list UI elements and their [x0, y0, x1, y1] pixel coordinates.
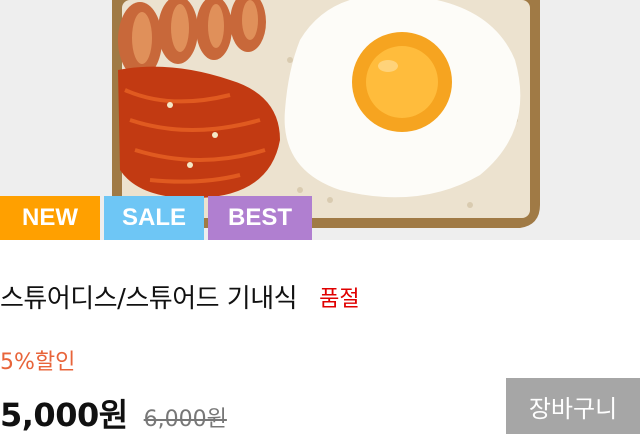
badge-new: NEW — [0, 196, 100, 240]
sale-price: 5,000원 — [0, 396, 128, 434]
badge-best: BEST — [208, 196, 312, 240]
soldout-label: 품절 — [319, 286, 360, 312]
original-price: 6,000원 — [143, 407, 227, 432]
price-row: 5,000원 6,000원 — [0, 390, 227, 436]
product-title[interactable]: 스튜어디스/스튜어드 기내식 — [0, 278, 298, 315]
badge-sale: SALE — [104, 196, 204, 240]
add-to-cart-button[interactable]: 장바구니 — [506, 378, 640, 434]
discount-label: 5%할인 — [0, 350, 76, 375]
product-title-row: 스튜어디스/스튜어드 기내식 품절 — [0, 278, 360, 315]
badge-group: NEW SALE BEST — [0, 196, 312, 240]
